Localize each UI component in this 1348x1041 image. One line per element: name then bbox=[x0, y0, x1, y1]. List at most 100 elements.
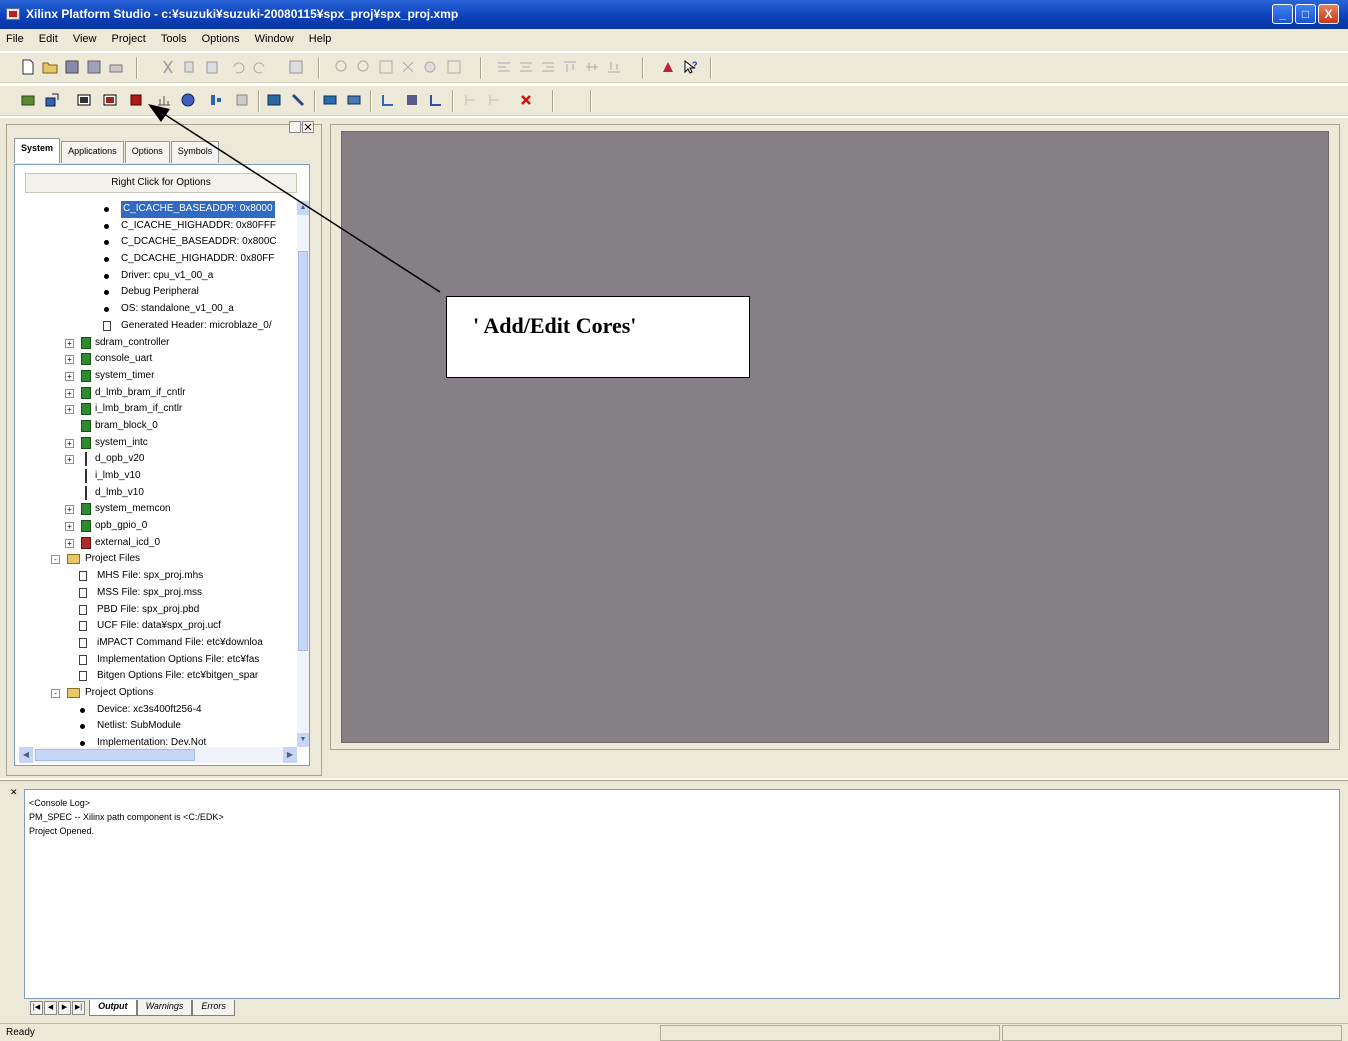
add-edit-cores-icon[interactable] bbox=[76, 92, 92, 108]
tree-item[interactable]: PBD File: spx_proj.pbd bbox=[15, 602, 287, 619]
tree-item[interactable]: + d_opb_v20 bbox=[15, 451, 287, 468]
tree-item[interactable]: Implementation Options File: etc¥fas bbox=[15, 652, 287, 669]
tree-item[interactable]: MSS File: spx_proj.mss bbox=[15, 585, 287, 602]
tab-symbols[interactable]: Symbols bbox=[170, 141, 220, 163]
tree-item[interactable]: + system_intc bbox=[15, 435, 287, 452]
sim-model-icon[interactable] bbox=[322, 92, 338, 108]
tree-item[interactable]: + d_lmb_bram_if_cntlr bbox=[15, 385, 287, 402]
create-core-icon[interactable] bbox=[128, 92, 144, 108]
tree-item[interactable]: + system_timer bbox=[15, 368, 287, 385]
menu-tools[interactable]: Tools bbox=[155, 29, 193, 49]
tree-item[interactable]: + console_uart bbox=[15, 351, 287, 368]
tree-item[interactable]: Generated Header: microblaze_0/ bbox=[15, 318, 287, 335]
undo-icon[interactable] bbox=[230, 59, 246, 75]
scroll-up-icon[interactable]: ▲ bbox=[297, 201, 309, 215]
generate-netlist-icon[interactable] bbox=[156, 92, 172, 108]
help-pointer-icon[interactable]: ? bbox=[682, 59, 698, 75]
redo-icon[interactable] bbox=[252, 59, 268, 75]
align-center-icon[interactable] bbox=[518, 59, 534, 75]
tree-item[interactable]: + system_memcon bbox=[15, 501, 287, 518]
step-out-icon[interactable] bbox=[486, 92, 502, 108]
tree-item[interactable]: i_lmb_v10 bbox=[15, 468, 287, 485]
tree-item[interactable]: Bitgen Options File: etc¥bitgen_spar bbox=[15, 668, 287, 685]
stop-icon[interactable] bbox=[518, 92, 534, 108]
console-close-icon[interactable]: ✕ bbox=[10, 787, 18, 798]
zoom-in-icon[interactable] bbox=[334, 59, 350, 75]
tree-item[interactable]: C_DCACHE_BASEADDR: 0x800C bbox=[15, 234, 287, 251]
menu-options[interactable]: Options bbox=[196, 29, 246, 49]
tab-options[interactable]: Options bbox=[124, 141, 170, 163]
tree-item[interactable]: Device: xc3s400ft256-4 bbox=[15, 702, 287, 719]
tab-warnings[interactable]: Warnings bbox=[136, 1000, 193, 1016]
scroll-right-icon[interactable]: ▶ bbox=[283, 747, 297, 763]
tab-applications[interactable]: Applications bbox=[61, 141, 124, 163]
tree-item[interactable]: + opb_gpio_0 bbox=[15, 518, 287, 535]
generate-bitstream-icon[interactable] bbox=[180, 92, 196, 108]
next-tab-icon[interactable]: ▶ bbox=[58, 1001, 71, 1015]
menu-view[interactable]: View bbox=[67, 29, 103, 49]
tree-item[interactable]: C_DCACHE_HIGHADDR: 0x80FF bbox=[15, 251, 287, 268]
menu-help[interactable]: Help bbox=[303, 29, 338, 49]
align-right-icon[interactable] bbox=[540, 59, 556, 75]
copy-icon[interactable] bbox=[182, 59, 198, 75]
expand-icon[interactable]: + bbox=[65, 388, 74, 398]
zoom-fit-icon[interactable] bbox=[378, 59, 394, 75]
refresh-icon[interactable] bbox=[446, 59, 462, 75]
tree-item[interactable]: d_lmb_v10 bbox=[15, 485, 287, 502]
scroll-down-icon[interactable]: ▼ bbox=[297, 733, 309, 747]
bus-connections-icon[interactable] bbox=[102, 92, 118, 108]
minimize-button[interactable]: _ bbox=[1272, 4, 1293, 24]
paste-icon[interactable] bbox=[204, 59, 220, 75]
align-top-icon[interactable] bbox=[562, 59, 578, 75]
expand-icon[interactable]: + bbox=[65, 355, 74, 365]
xmd-icon[interactable] bbox=[428, 92, 444, 108]
tree-item[interactable]: Netlist: SubModule bbox=[15, 718, 287, 735]
expand-icon[interactable]: + bbox=[65, 438, 74, 448]
prev-tab-icon[interactable]: ◀ bbox=[44, 1001, 57, 1015]
maximize-button[interactable]: □ bbox=[1295, 4, 1316, 24]
tree-item[interactable]: + external_icd_0 bbox=[15, 535, 287, 552]
update-bitstream-icon[interactable] bbox=[234, 92, 250, 108]
tree-item[interactable]: iMPACT Command File: etc¥downloa bbox=[15, 635, 287, 652]
last-tab-icon[interactable]: ▶| bbox=[72, 1001, 85, 1015]
collapse-icon[interactable]: - bbox=[51, 688, 60, 698]
expand-icon[interactable]: + bbox=[65, 538, 74, 548]
cut-icon[interactable] bbox=[160, 59, 176, 75]
import-icon[interactable] bbox=[20, 92, 36, 108]
expand-icon[interactable]: + bbox=[65, 371, 74, 381]
tree-item[interactable]: - Project Options bbox=[15, 685, 287, 702]
collapse-icon[interactable]: - bbox=[51, 555, 60, 565]
sim-library-icon[interactable] bbox=[346, 92, 362, 108]
menu-project[interactable]: Project bbox=[106, 29, 152, 49]
tree-item[interactable]: C_ICACHE_BASEADDR: 0x8000 bbox=[15, 201, 287, 218]
adobe-icon[interactable] bbox=[660, 59, 676, 75]
align-middle-icon[interactable] bbox=[584, 59, 600, 75]
project-options-icon[interactable] bbox=[44, 92, 60, 108]
software-icon[interactable] bbox=[380, 92, 396, 108]
first-tab-icon[interactable]: |◀ bbox=[30, 1001, 43, 1015]
expand-icon[interactable]: + bbox=[65, 455, 74, 465]
tree-item[interactable]: OS: standalone_v1_00_a bbox=[15, 301, 287, 318]
tree-item[interactable]: + sdram_controller bbox=[15, 335, 287, 352]
pan-icon[interactable] bbox=[422, 59, 438, 75]
zoom-area-icon[interactable] bbox=[400, 59, 416, 75]
console-output[interactable]: <Console Log> PM_SPEC -- Xilinx path com… bbox=[24, 789, 1340, 999]
right-click-hint-button[interactable]: Right Click for Options bbox=[25, 173, 297, 193]
align-left-icon[interactable] bbox=[496, 59, 512, 75]
tab-system[interactable]: System bbox=[14, 138, 61, 163]
panel-close-button[interactable] bbox=[289, 121, 315, 133]
find-icon[interactable] bbox=[288, 59, 304, 75]
tree-item[interactable]: Driver: cpu_v1_00_a bbox=[15, 268, 287, 285]
expand-icon[interactable]: + bbox=[65, 338, 74, 348]
tree-item[interactable]: Debug Peripheral bbox=[15, 284, 287, 301]
step-in-icon[interactable] bbox=[462, 92, 478, 108]
print-icon[interactable] bbox=[108, 59, 124, 75]
zoom-out-icon[interactable] bbox=[356, 59, 372, 75]
tab-errors[interactable]: Errors bbox=[192, 1000, 235, 1016]
debug-icon[interactable] bbox=[404, 92, 420, 108]
scroll-thumb[interactable] bbox=[35, 749, 195, 761]
menu-file[interactable]: File bbox=[0, 29, 30, 49]
expand-icon[interactable]: + bbox=[65, 405, 74, 415]
tree-vertical-scrollbar[interactable]: ▲ ▼ bbox=[297, 201, 309, 747]
scroll-thumb[interactable] bbox=[298, 251, 308, 651]
